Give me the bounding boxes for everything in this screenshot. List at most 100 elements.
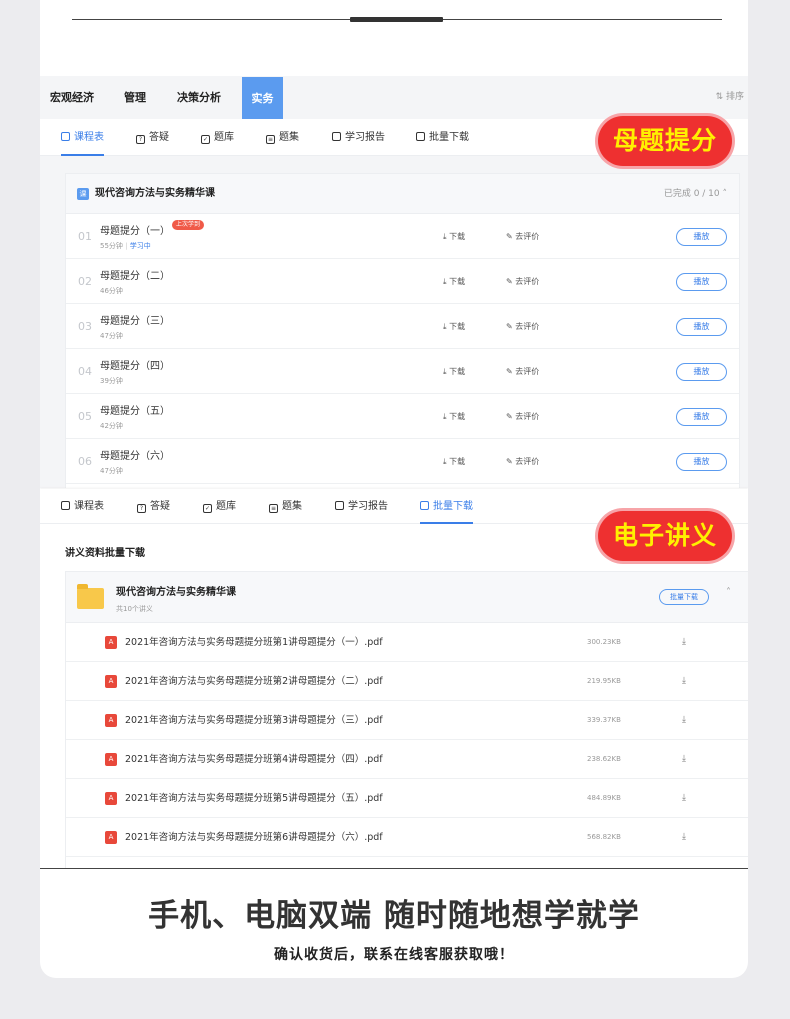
lesson-download-button[interactable]: ⤓ 下载 [443, 439, 465, 484]
tab-qa-2[interactable]: ? 答疑 [137, 489, 170, 524]
lesson-title: 母题提分（三） [100, 316, 170, 327]
file-row[interactable]: A 2021年咨询方法与实务母题提分班第5讲母题提分（五）.pdf 484.89… [66, 779, 748, 818]
tab-question-set-label: 题集 [279, 132, 299, 143]
lesson-row[interactable]: 05 母题提分（五） 42分钟 ⤓ 下载 ✎ 去评价 播放 [66, 394, 739, 439]
file-name: 2021年咨询方法与实务母题提分班第1讲母题提分（一）.pdf [125, 637, 383, 648]
lesson-rate-label: 去评价 [515, 457, 540, 466]
check-icon: ✓ [203, 504, 212, 513]
file-name: 2021年咨询方法与实务母题提分班第3讲母题提分（三）.pdf [125, 715, 383, 726]
download-icon[interactable]: ⤓ [682, 740, 686, 779]
pdf-icon: A [105, 753, 117, 766]
play-button[interactable]: 播放 [676, 453, 727, 471]
tab-question-set-2[interactable]: ≡ 题集 [269, 489, 302, 524]
download-icon: ⤓ [443, 232, 447, 241]
tab-report[interactable]: 学习报告 [332, 119, 385, 156]
play-button[interactable]: 播放 [676, 408, 727, 426]
play-button[interactable]: 播放 [676, 318, 727, 336]
category-tab-macro[interactable]: 宏观经济 [50, 76, 94, 119]
chevron-up-icon[interactable]: ˄ [726, 587, 731, 598]
lesson-download-label: 下载 [449, 367, 466, 376]
lesson-row[interactable]: 02 母题提分（二） 46分钟 ⤓ 下载 ✎ 去评价 播放 [66, 259, 739, 304]
sticker-mother-question: 母题提分 [595, 113, 735, 169]
edit-icon: ✎ [506, 457, 513, 466]
calendar-icon [61, 501, 70, 510]
lesson-number: 03 [78, 320, 92, 333]
category-tab-management[interactable]: 管理 [124, 76, 146, 119]
edit-icon: ✎ [506, 232, 513, 241]
course-header[interactable]: 课 现代咨询方法与实务精华课 已完成 0 / 10 ˄ [66, 174, 739, 214]
lesson-download-button[interactable]: ⤓ 下载 [443, 214, 465, 259]
lesson-download-button[interactable]: ⤓ 下载 [443, 349, 465, 394]
lesson-meta: 47分钟 [100, 331, 123, 341]
file-row[interactable]: A 2021年咨询方法与实务母题提分班第3讲母题提分（三）.pdf 339.37… [66, 701, 748, 740]
lesson-title: 母题提分（一） [100, 226, 170, 237]
lesson-duration: 39分钟 [100, 377, 123, 385]
studying-status: 学习中 [129, 242, 151, 250]
last-studied-badge: 上次学到 [172, 220, 205, 230]
play-button[interactable]: 播放 [676, 228, 727, 246]
lesson-rate-button[interactable]: ✎ 去评价 [506, 304, 539, 349]
pdf-icon: A [105, 636, 117, 649]
slogan: 手机、电脑双端 随时随地想学就学 [148, 898, 640, 934]
lesson-row[interactable]: 06 母题提分（六） 47分钟 ⤓ 下载 ✎ 去评价 播放 [66, 439, 739, 484]
tab-batch-download[interactable]: 批量下载 [416, 119, 469, 156]
lesson-download-label: 下载 [449, 457, 466, 466]
edit-icon: ✎ [506, 367, 513, 376]
tab-qa[interactable]: ? 答疑 [136, 119, 169, 156]
tab-schedule-2[interactable]: 课程表 [61, 489, 104, 524]
lesson-row[interactable]: 03 母题提分（三） 47分钟 ⤓ 下载 ✎ 去评价 播放 [66, 304, 739, 349]
lesson-duration: 42分钟 [100, 422, 123, 430]
sticker-e-handout-text: 电子讲义 [598, 511, 732, 561]
download-icon[interactable]: ⤓ [682, 623, 686, 662]
tab-question-bank[interactable]: ✓ 题库 [201, 119, 234, 156]
category-tab-decision[interactable]: 决策分析 [177, 76, 221, 119]
download-icon[interactable]: ⤓ [682, 818, 686, 857]
top-divider-accent [350, 17, 443, 22]
tab-question-bank-2[interactable]: ✓ 题库 [203, 489, 236, 524]
lesson-rate-button[interactable]: ✎ 去评价 [506, 394, 539, 439]
file-name: 2021年咨询方法与实务母题提分班第2讲母题提分（二）.pdf [125, 676, 383, 687]
sort-button[interactable]: ⇅ 排序 [716, 76, 744, 119]
lesson-rate-button[interactable]: ✎ 去评价 [506, 439, 539, 484]
lesson-meta: 39分钟 [100, 376, 123, 386]
lesson-duration: 47分钟 [100, 467, 123, 475]
download-icon[interactable]: ⤓ [682, 701, 686, 740]
lesson-rate-button[interactable]: ✎ 去评价 [506, 259, 539, 304]
category-tab-practice[interactable]: 实务 [242, 77, 283, 119]
course-list: 课 现代咨询方法与实务精华课 已完成 0 / 10 ˄ 01 母题提分（一） 5… [65, 173, 740, 488]
batch-download-button[interactable]: 批量下载 [659, 589, 709, 605]
file-row[interactable]: A 2021年咨询方法与实务母题提分班第2讲母题提分（二）.pdf 219.95… [66, 662, 748, 701]
file-row[interactable]: A 2021年咨询方法与实务母题提分班第1讲母题提分（一）.pdf 300.23… [66, 623, 748, 662]
list-icon: ≡ [266, 135, 275, 144]
tab-question-set[interactable]: ≡ 题集 [266, 119, 299, 156]
lesson-download-label: 下载 [449, 412, 466, 421]
lesson-download-button[interactable]: ⤓ 下载 [443, 304, 465, 349]
lesson-row[interactable]: 01 母题提分（一） 55分钟 | 学习中 ⤓ 下载 ✎ 去评价 播放 上次学到 [66, 214, 739, 259]
folder-header[interactable]: 现代咨询方法与实务精华课 共10个讲义 批量下载 ˄ [66, 572, 748, 623]
list-icon: ≡ [269, 504, 278, 513]
play-button[interactable]: 播放 [676, 273, 727, 291]
lesson-meta: 47分钟 [100, 466, 123, 476]
tab-schedule[interactable]: 课程表 [61, 119, 104, 156]
file-row[interactable]: A 2021年咨询方法与实务母题提分班第6讲母题提分（六）.pdf 568.82… [66, 818, 748, 857]
edit-icon: ✎ [506, 277, 513, 286]
lesson-number: 04 [78, 365, 92, 378]
promo-card: 宏观经济 管理 决策分析 实务 ⇅ 排序 课程表 ? 答疑 ✓ 题库 ≡ 题集 学习报… [40, 0, 748, 978]
folder-count: 共10个讲义 [116, 605, 153, 613]
lesson-rate-button[interactable]: ✎ 去评价 [506, 214, 539, 259]
pdf-icon: A [105, 792, 117, 805]
edit-icon: ✎ [506, 412, 513, 421]
play-button[interactable]: 播放 [676, 363, 727, 381]
tab-batch-download-2[interactable]: 批量下载 [420, 489, 473, 524]
lesson-download-button[interactable]: ⤓ 下载 [443, 394, 465, 439]
lesson-row[interactable]: 04 母题提分（四） 39分钟 ⤓ 下载 ✎ 去评价 播放 [66, 349, 739, 394]
download-icon[interactable]: ⤓ [682, 662, 686, 701]
file-row[interactable]: A 2021年咨询方法与实务母题提分班第4讲母题提分（四）.pdf 238.62… [66, 740, 748, 779]
lesson-rate-button[interactable]: ✎ 去评价 [506, 349, 539, 394]
sort-label: 排序 [725, 92, 744, 102]
download-icon[interactable]: ⤓ [682, 779, 686, 818]
download-icon: ⤓ [443, 412, 447, 421]
lesson-download-button[interactable]: ⤓ 下载 [443, 259, 465, 304]
tab-report-label: 学习报告 [345, 132, 385, 143]
tab-report-2[interactable]: 学习报告 [335, 489, 388, 524]
